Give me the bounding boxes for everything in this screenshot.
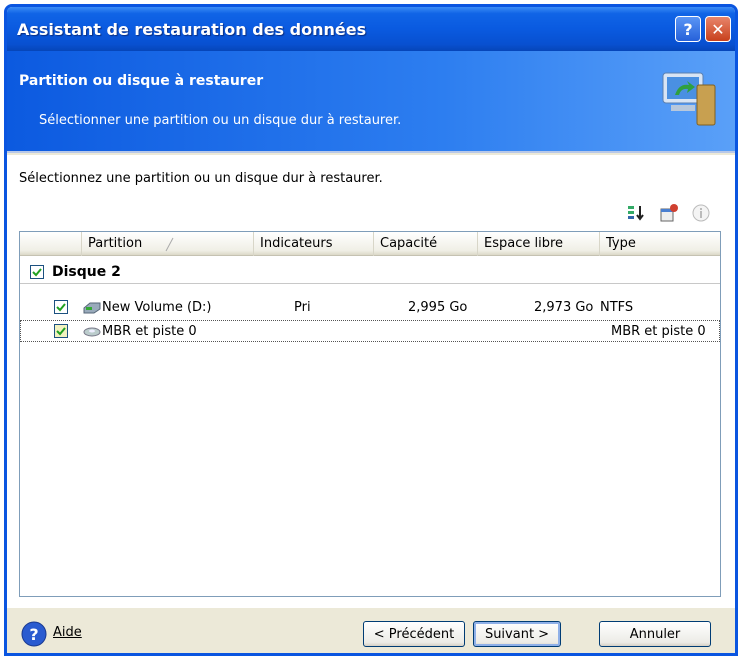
column-header-capacity[interactable]: Capacité <box>374 232 478 256</box>
back-button[interactable]: < Précédent <box>363 621 465 647</box>
disk-checkbox[interactable] <box>30 264 44 279</box>
wizard-header: Partition ou disque à restaurer Sélectio… <box>7 51 735 153</box>
partition-flags: Pri <box>294 299 311 315</box>
partition-capacity: 2,995 Go <box>408 299 468 315</box>
close-button[interactable]: ✕ <box>705 16 731 42</box>
close-icon: ✕ <box>711 19 725 39</box>
restore-computer-icon <box>662 72 716 126</box>
disk-group-label: Disque 2 <box>52 263 121 280</box>
drive-icon <box>83 302 101 314</box>
partition-free-space: 2,973 Go <box>534 299 594 315</box>
column-header-flags[interactable]: Indicateurs <box>254 232 374 256</box>
properties-icon[interactable] <box>659 203 679 223</box>
wizard-footer: ? Aide < Précédent Suivant > Annuler <box>7 607 735 653</box>
partition-row[interactable]: MBR et piste 0 MBR et piste 0 <box>20 320 720 342</box>
partition-name: MBR et piste 0 <box>102 323 197 339</box>
next-button[interactable]: Suivant > <box>473 621 561 647</box>
instruction-text: Sélectionnez une partition ou un disque … <box>19 171 383 186</box>
column-header-free-space[interactable]: Espace libre <box>478 232 600 256</box>
sort-columns-icon[interactable] <box>627 203 647 223</box>
cancel-button[interactable]: Annuler <box>599 621 711 647</box>
column-label-partition: Partition <box>88 236 143 251</box>
content-area: Sélectionnez une partition ou un disque … <box>7 155 735 607</box>
svg-text:?: ? <box>29 625 38 644</box>
sort-ascending-icon <box>165 237 174 252</box>
window-title: Assistant de restauration des données <box>17 19 367 39</box>
header-subtitle: Sélectionner une partition ou un disque … <box>39 113 402 128</box>
partition-list[interactable]: Partition Indicateurs Capacité Espace li… <box>19 231 721 597</box>
wizard-window: Assistant de restauration des données ? … <box>4 4 738 656</box>
column-header-type[interactable]: Type <box>600 232 720 256</box>
help-link[interactable]: Aide <box>53 625 82 640</box>
info-icon[interactable] <box>691 203 711 223</box>
list-toolbar <box>627 203 711 223</box>
partition-type: NTFS <box>600 299 634 315</box>
checkmark-icon <box>56 303 66 312</box>
question-icon: ? <box>683 19 693 39</box>
checkmark-icon <box>32 267 42 276</box>
help-title-button[interactable]: ? <box>675 16 701 42</box>
help-icon[interactable]: ? <box>21 621 47 647</box>
partition-checkbox[interactable] <box>54 300 68 314</box>
partition-name-cell: MBR et piste 0 <box>82 324 197 339</box>
partition-row[interactable]: New Volume (D:) Pri 2,995 Go 2,973 Go NT… <box>20 296 720 318</box>
check-column-header[interactable] <box>20 232 82 256</box>
partition-checkbox[interactable] <box>54 324 68 338</box>
list-header: Partition Indicateurs Capacité Espace li… <box>20 232 720 256</box>
title-bar[interactable]: Assistant de restauration des données ? … <box>7 7 735 51</box>
disk-track-icon <box>83 327 101 337</box>
disk-group-row[interactable]: Disque 2 <box>20 260 720 284</box>
partition-name: New Volume (D:) <box>102 299 212 315</box>
checkmark-icon <box>56 327 66 336</box>
column-header-partition[interactable]: Partition <box>82 232 254 256</box>
header-title: Partition ou disque à restaurer <box>19 73 264 89</box>
partition-name-cell: New Volume (D:) <box>82 300 212 315</box>
partition-type: MBR et piste 0 <box>611 323 706 339</box>
